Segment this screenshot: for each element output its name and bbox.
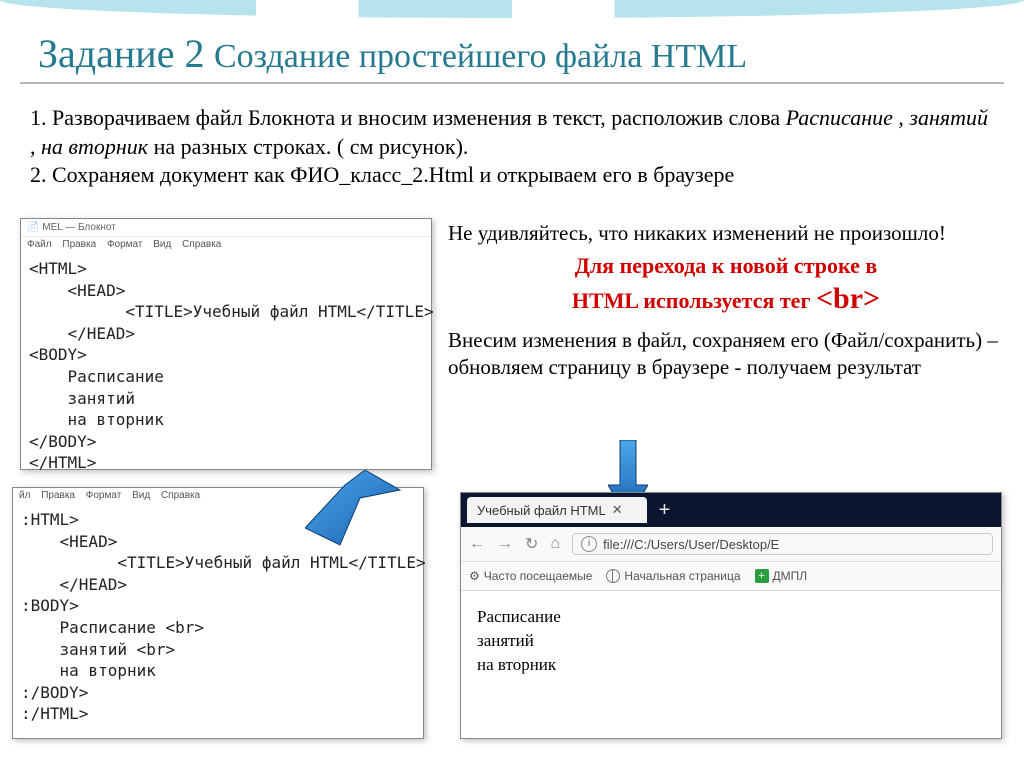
menu-edit[interactable]: Правка [41, 490, 75, 501]
home-icon[interactable]: ⌂ [550, 535, 560, 553]
browser-toolbar: ← → ↻ ⌂ i file:///C:/Users/User/Desktop/… [461, 527, 1001, 562]
bookmark-frequent[interactable]: ⚙ Часто посещаемые [469, 569, 592, 583]
title-underline [20, 82, 1004, 84]
bookmark-dmpl[interactable]: + ДМПЛ [755, 569, 808, 583]
back-icon[interactable]: ← [469, 535, 485, 553]
arrow-diagonal-icon [305, 470, 405, 550]
close-icon[interactable]: ✕ [612, 502, 623, 518]
forward-icon[interactable]: → [497, 535, 513, 553]
reload-icon[interactable]: ↻ [525, 534, 538, 554]
red-highlight: Для перехода к новой строке в HTML испол… [448, 252, 1004, 317]
menu-help[interactable]: Справка [161, 490, 200, 501]
notepad-code-1: <HTML> <HEAD> <TITLE>Учебный файл HTML</… [21, 254, 431, 478]
menu-format[interactable]: Формат [86, 490, 122, 501]
menu-file[interactable]: йл [19, 490, 30, 501]
decorative-wave [0, 0, 1024, 18]
menu-file[interactable]: Файл [27, 239, 52, 250]
browser-tabstrip: Учебный файл HTML ✕ + [461, 493, 1001, 527]
instruction-2: 2. Сохраняем документ как ФИО_класс_2.Ht… [30, 161, 994, 190]
instruction-1: 1. Разворачиваем файл Блокнота и вносим … [30, 104, 994, 161]
browser-viewport: Расписание занятий на вторник [461, 591, 1001, 690]
menu-help[interactable]: Справка [182, 239, 221, 250]
info-icon: i [581, 536, 597, 552]
new-tab-button[interactable]: + [659, 499, 671, 522]
gear-icon: ⚙ [469, 569, 480, 583]
menu-view[interactable]: Вид [132, 490, 150, 501]
page-line-1: Расписание [477, 605, 985, 629]
browser-tab[interactable]: Учебный файл HTML ✕ [467, 497, 647, 523]
note-save-refresh: Внесим изменения в файл, сохраняем его (… [448, 327, 1004, 380]
globe-icon [606, 569, 620, 583]
site-icon: + [755, 569, 769, 583]
right-text-block: Не удивляйтесь, что никаких изменений не… [448, 220, 1004, 380]
title-part1: Задание 2 [38, 31, 204, 76]
bookmark-startpage[interactable]: Начальная страница [606, 569, 740, 583]
bookmarks-bar: ⚙ Часто посещаемые Начальная страница + … [461, 562, 1001, 591]
slide-title: Задание 2 Создание простейшего файла HTM… [38, 30, 747, 77]
url-bar[interactable]: i file:///C:/Users/User/Desktop/E [572, 533, 993, 555]
url-text: file:///C:/Users/User/Desktop/E [603, 537, 779, 552]
notepad-menubar: Файл Правка Формат Вид Справка [21, 237, 431, 254]
tab-title: Учебный файл HTML [477, 503, 606, 518]
page-line-2: занятий [477, 629, 985, 653]
instructions-block: 1. Разворачиваем файл Блокнота и вносим … [30, 104, 994, 190]
note-no-change: Не удивляйтесь, что никаких изменений не… [448, 220, 1004, 246]
browser-window: Учебный файл HTML ✕ + ← → ↻ ⌂ i file:///… [460, 492, 1002, 739]
page-line-3: на вторник [477, 653, 985, 677]
menu-edit[interactable]: Правка [62, 239, 96, 250]
menu-view[interactable]: Вид [153, 239, 171, 250]
notepad-window-1: 📄 MEL — Блокнот Файл Правка Формат Вид С… [20, 218, 432, 470]
menu-format[interactable]: Формат [107, 239, 143, 250]
notepad-icon: 📄 [27, 222, 39, 233]
title-part2: Создание простейшего файла HTML [214, 38, 747, 75]
notepad-titlebar: 📄 MEL — Блокнот [21, 219, 431, 237]
